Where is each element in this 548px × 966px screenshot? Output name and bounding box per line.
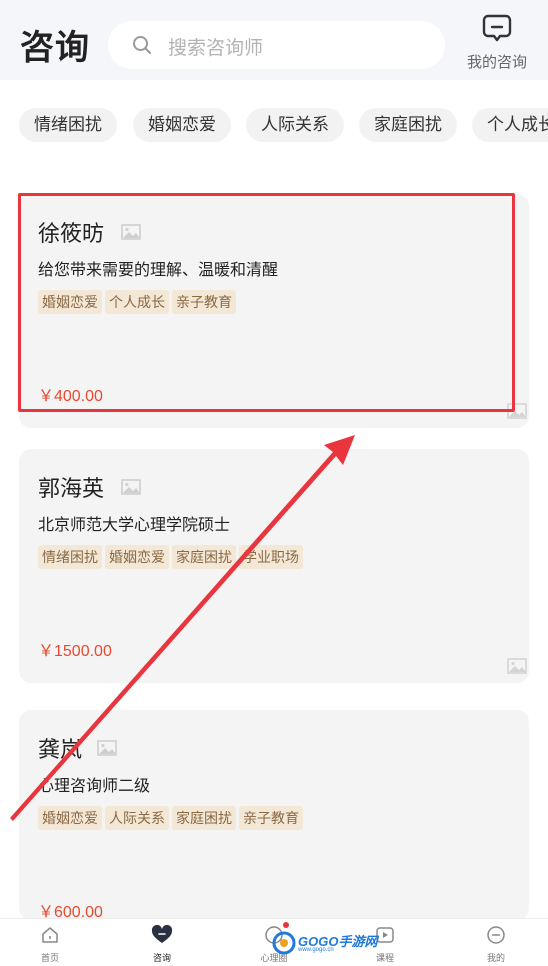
profile-icon: [486, 926, 506, 949]
header-bar: 咨询 搜索咨询师 我的咨询: [0, 0, 548, 80]
counselor-name: 徐筱昉: [38, 221, 105, 246]
watermark-logo: GOGO手游网 www.gogo.cn: [272, 928, 378, 958]
counselor-description: 给您带来需要的理解、温暖和清醒: [38, 262, 279, 279]
counselor-price: ￥1500.00: [38, 643, 112, 660]
my-consultation-label: 我的咨询: [466, 54, 527, 71]
category-filter-bar: 情绪困扰 婚姻恋爱 人际关系 家庭困扰 个人成长: [0, 108, 548, 142]
filter-tag[interactable]: 情绪困扰: [19, 108, 117, 142]
counselor-tags: 婚姻恋爱 人际关系 家庭困扰 亲子教育: [38, 806, 306, 830]
specialty-tag: 婚姻恋爱: [38, 290, 102, 314]
specialty-tag: 婚姻恋爱: [105, 545, 169, 569]
specialty-tag: 学业职场: [239, 545, 303, 569]
filter-tag[interactable]: 人际关系: [246, 108, 344, 142]
tab-label: 首页: [40, 953, 59, 963]
image-placeholder-icon: [507, 658, 527, 679]
counselor-card[interactable]: 龚岚 心理咨询师二级 婚姻恋爱 人际关系 家庭困扰 亲子教育 ￥600.00: [19, 710, 529, 921]
my-consultation-button[interactable]: 我的咨询: [458, 14, 536, 72]
counselor-tags: 婚姻恋爱 个人成长 亲子教育: [38, 290, 239, 314]
counselor-price: ￥400.00: [38, 388, 103, 405]
image-placeholder-icon: [97, 740, 117, 761]
tab-profile[interactable]: 我的: [466, 925, 526, 964]
counselor-name: 龚岚: [38, 737, 83, 762]
counselor-card[interactable]: 徐筱昉 给您带来需要的理解、温暖和清醒 婚姻恋爱 个人成长 亲子教育 ￥400.00: [19, 194, 529, 428]
filter-tag[interactable]: 家庭困扰: [359, 108, 457, 142]
specialty-tag: 家庭困扰: [172, 545, 236, 569]
image-placeholder-icon: [121, 224, 141, 245]
tab-home[interactable]: 首页: [20, 925, 80, 964]
image-placeholder-icon: [507, 403, 527, 424]
search-placeholder: 搜索咨询师: [168, 38, 264, 59]
tab-consult[interactable]: 咨询: [132, 924, 192, 964]
specialty-tag: 个人成长: [105, 290, 169, 314]
watermark-subtext: www.gogo.cn: [298, 947, 334, 953]
counselor-card[interactable]: 郭海英 北京师范大学心理学院硕士 情绪困扰 婚姻恋爱 家庭困扰 学业职场 ￥1500.…: [19, 449, 529, 683]
counselor-name: 郭海英: [38, 476, 105, 501]
specialty-tag: 情绪困扰: [38, 545, 102, 569]
specialty-tag: 家庭困扰: [172, 806, 236, 830]
counselor-tags: 情绪困扰 婚姻恋爱 家庭困扰 学业职场: [38, 545, 306, 569]
specialty-tag: 亲子教育: [239, 806, 303, 830]
filter-tag[interactable]: 个人成长: [472, 108, 548, 142]
specialty-tag: 亲子教育: [172, 290, 236, 314]
play-icon: [375, 927, 395, 949]
counselor-description: 北京师范大学心理学院硕士: [38, 517, 231, 534]
specialty-tag: 人际关系: [105, 806, 169, 830]
search-input[interactable]: 搜索咨询师: [108, 21, 445, 69]
tab-label: 咨询: [152, 953, 171, 963]
counselor-description: 心理咨询师二级: [38, 778, 151, 795]
page-title: 咨询: [20, 29, 90, 67]
home-icon: [40, 927, 60, 949]
chat-bubble-icon: [482, 14, 512, 46]
heart-icon: [151, 924, 173, 949]
filter-tag[interactable]: 婚姻恋爱: [133, 108, 231, 142]
search-icon: [132, 35, 152, 60]
image-placeholder-icon: [121, 479, 141, 500]
tab-label: 我的: [486, 953, 505, 963]
specialty-tag: 婚姻恋爱: [38, 806, 102, 830]
